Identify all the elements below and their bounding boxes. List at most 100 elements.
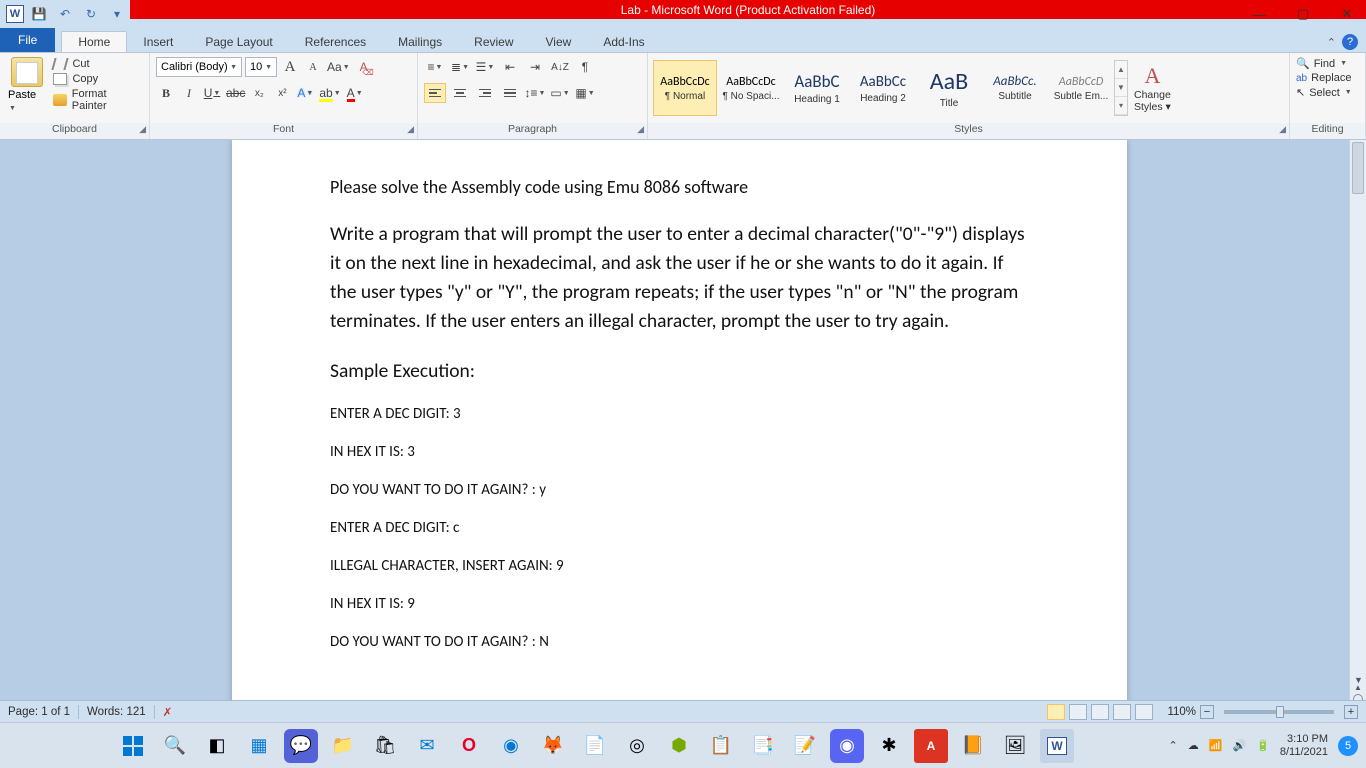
view-full-screen[interactable] xyxy=(1069,704,1087,720)
font-dialog-launcher[interactable]: ◢ xyxy=(407,124,414,135)
style-subtle-em---[interactable]: AaBbCcDSubtle Em... xyxy=(1049,60,1113,116)
tab-insert[interactable]: Insert xyxy=(127,32,189,52)
status-page[interactable]: Page: 1 of 1 xyxy=(8,706,70,718)
highlight-button[interactable]: ab▼ xyxy=(318,83,341,103)
multilevel-list-button[interactable]: ☰▼ xyxy=(474,57,496,77)
vertical-scrollbar[interactable]: ▼ ▼ ▲ xyxy=(1349,140,1366,722)
style---normal[interactable]: AaBbCcDc¶ Normal xyxy=(653,60,717,116)
pdf-button[interactable]: A xyxy=(914,729,948,763)
style-heading-1[interactable]: AaBbCHeading 1 xyxy=(785,60,849,116)
store-button[interactable]: 🛍 xyxy=(368,729,402,763)
view-print-layout[interactable] xyxy=(1047,704,1065,720)
app-button-1[interactable]: ⬢ xyxy=(662,729,696,763)
tab-references[interactable]: References xyxy=(289,32,382,52)
app-button-2[interactable]: 📋 xyxy=(704,729,738,763)
clipboard-dialog-launcher[interactable]: ◢ xyxy=(139,124,146,135)
slack-button[interactable]: ✱ xyxy=(872,729,906,763)
zoom-slider-thumb[interactable] xyxy=(1276,706,1284,718)
tab-page-layout[interactable]: Page Layout xyxy=(189,32,288,52)
select-button[interactable]: ↖Select ▼ xyxy=(1296,86,1359,99)
tab-review[interactable]: Review xyxy=(458,32,529,52)
clear-formatting-button[interactable]: A⌫ xyxy=(354,57,374,77)
style-subtitle[interactable]: AaBbCc.Subtitle xyxy=(983,60,1047,116)
tab-addins[interactable]: Add-Ins xyxy=(587,32,660,52)
word-taskbar-button[interactable]: W xyxy=(1040,729,1074,763)
show-marks-button[interactable]: ¶ xyxy=(574,57,596,77)
grow-font-button[interactable]: A xyxy=(280,57,300,77)
app-button-3[interactable]: 📑 xyxy=(746,729,780,763)
shading-button[interactable]: ▭▼ xyxy=(549,83,571,103)
align-right-button[interactable] xyxy=(474,83,496,103)
format-painter-button[interactable]: Format Painter xyxy=(51,87,143,113)
clock[interactable]: 3:10 PM 8/11/2021 xyxy=(1280,733,1328,758)
start-button[interactable] xyxy=(116,729,150,763)
qat-undo-button[interactable]: ↶ xyxy=(54,4,76,24)
chat-button[interactable]: 💬 xyxy=(284,729,318,763)
superscript-button[interactable]: x² xyxy=(272,83,292,103)
style-heading-2[interactable]: AaBbCcHeading 2 xyxy=(851,60,915,116)
cut-button[interactable]: Cut xyxy=(51,57,143,71)
align-left-button[interactable] xyxy=(424,83,446,103)
copy-button[interactable]: Copy xyxy=(51,72,143,86)
tab-view[interactable]: View xyxy=(530,32,588,52)
notepad-button[interactable]: 📄 xyxy=(578,729,612,763)
numbering-button[interactable]: ≣▼ xyxy=(449,57,471,77)
scrollbar-thumb[interactable] xyxy=(1352,142,1364,194)
mail-button[interactable]: ✉ xyxy=(410,729,444,763)
align-center-button[interactable] xyxy=(449,83,471,103)
onedrive-icon[interactable]: ☁ xyxy=(1188,739,1199,752)
sort-button[interactable]: A↓Z xyxy=(549,57,571,77)
bullets-button[interactable]: ≡▼ xyxy=(424,57,446,77)
volume-icon[interactable]: 🔊 xyxy=(1232,739,1246,752)
strikethrough-button[interactable]: abc xyxy=(225,83,246,103)
find-button[interactable]: 🔍Find ▼ xyxy=(1296,57,1359,70)
zoom-out-button[interactable]: − xyxy=(1200,705,1214,719)
change-case-button[interactable]: Aa▼ xyxy=(326,57,351,77)
task-view-button[interactable]: ◧ xyxy=(200,729,234,763)
close-button[interactable]: ✕ xyxy=(1334,6,1360,22)
subscript-button[interactable]: x₂ xyxy=(249,83,269,103)
proofing-icon[interactable]: ✗ xyxy=(163,705,173,719)
font-name-combo[interactable]: Calibri (Body)▼ xyxy=(156,57,242,77)
decrease-indent-button[interactable]: ⇤ xyxy=(499,57,521,77)
help-button[interactable]: ? xyxy=(1342,34,1358,50)
status-words[interactable]: Words: 121 xyxy=(87,706,146,718)
tab-file[interactable]: File xyxy=(0,28,55,52)
app-button-5[interactable]: 🖼 xyxy=(998,729,1032,763)
styles-dialog-launcher[interactable]: ◢ xyxy=(1279,124,1286,135)
paste-button[interactable]: Paste ▼ xyxy=(8,89,45,113)
notification-badge[interactable]: 5 xyxy=(1338,736,1358,756)
view-web-layout[interactable] xyxy=(1091,704,1109,720)
document-page[interactable]: Please solve the Assembly code using Emu… xyxy=(232,140,1127,722)
prev-page-button[interactable]: ▲ xyxy=(1354,683,1362,692)
discord-button[interactable]: ◉ xyxy=(830,729,864,763)
firefox-button[interactable]: 🦊 xyxy=(536,729,570,763)
font-color-button[interactable]: A▼ xyxy=(345,83,365,103)
search-button[interactable]: 🔍 xyxy=(158,729,192,763)
line-spacing-button[interactable]: ↕≡▼ xyxy=(524,83,546,103)
widgets-button[interactable]: ▦ xyxy=(242,729,276,763)
replace-button[interactable]: abReplace xyxy=(1296,72,1359,84)
wifi-icon[interactable]: 📶 xyxy=(1209,739,1223,752)
text-effects-button[interactable]: A▼ xyxy=(295,83,315,103)
view-draft[interactable] xyxy=(1135,704,1153,720)
qat-save-button[interactable]: 💾 xyxy=(28,4,50,24)
paste-icon[interactable] xyxy=(11,57,43,87)
style-title[interactable]: AaBTitle xyxy=(917,60,981,116)
tab-home[interactable]: Home xyxy=(61,31,127,52)
shrink-font-button[interactable]: A xyxy=(303,57,323,77)
styles-scroll[interactable]: ▲▼▾ xyxy=(1114,60,1128,116)
underline-button[interactable]: U▼ xyxy=(202,83,222,103)
chrome-button[interactable]: ◎ xyxy=(620,729,654,763)
sticky-notes-button[interactable]: 📝 xyxy=(788,729,822,763)
justify-button[interactable] xyxy=(499,83,521,103)
battery-icon[interactable]: 🔋 xyxy=(1256,739,1270,752)
italic-button[interactable]: I xyxy=(179,83,199,103)
tray-expand-button[interactable]: ⌃ xyxy=(1169,739,1178,752)
app-button-4[interactable]: 📙 xyxy=(956,729,990,763)
minimize-button[interactable]: — xyxy=(1246,7,1272,22)
increase-indent-button[interactable]: ⇥ xyxy=(524,57,546,77)
opera-button[interactable]: O xyxy=(452,729,486,763)
tab-mailings[interactable]: Mailings xyxy=(382,32,458,52)
edge-button[interactable]: ◉ xyxy=(494,729,528,763)
